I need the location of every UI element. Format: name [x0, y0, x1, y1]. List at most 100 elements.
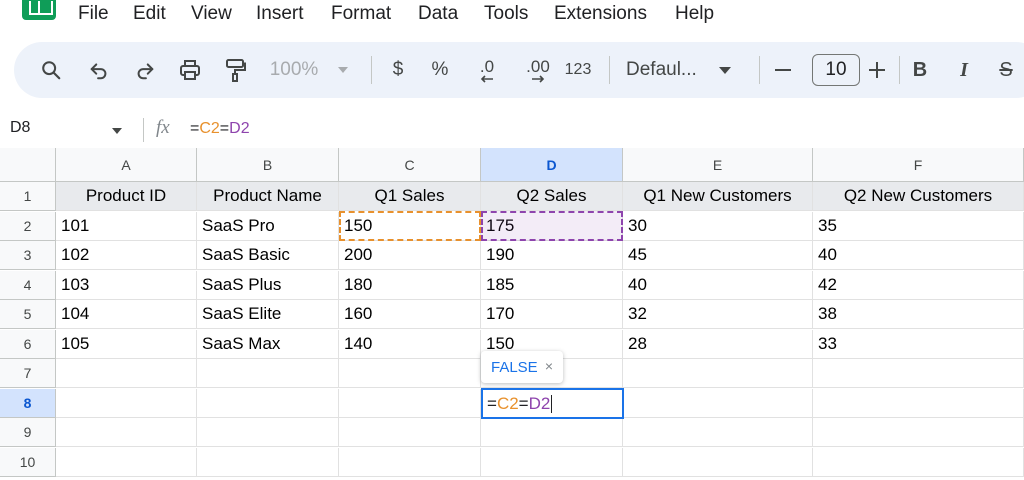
- table-cell[interactable]: 33: [813, 329, 1024, 359]
- increase-font-size-button[interactable]: [866, 42, 888, 98]
- table-cell[interactable]: SaaS Plus: [197, 270, 339, 300]
- table-cell[interactable]: [56, 418, 197, 447]
- italic-button[interactable]: I: [952, 42, 976, 98]
- table-cell[interactable]: 200: [339, 241, 481, 270]
- table-cell[interactable]: 160: [339, 300, 481, 329]
- table-cell[interactable]: 45: [623, 241, 813, 270]
- table-cell[interactable]: [813, 447, 1024, 477]
- menu-view[interactable]: View: [191, 3, 232, 25]
- row-header-3[interactable]: 3: [0, 241, 56, 270]
- zoom-select[interactable]: 100%: [266, 42, 352, 98]
- row-header-6[interactable]: 6: [0, 329, 56, 359]
- table-header-cell[interactable]: Q2 Sales: [481, 182, 623, 211]
- table-cell[interactable]: 180: [339, 270, 481, 300]
- chevron-down-icon[interactable]: [112, 128, 122, 134]
- percent-button[interactable]: %: [428, 42, 452, 98]
- select-all-corner[interactable]: [0, 148, 56, 182]
- search-icon[interactable]: [36, 42, 66, 98]
- table-cell[interactable]: [197, 359, 339, 388]
- bold-button[interactable]: B: [908, 42, 932, 98]
- undo-icon[interactable]: [84, 42, 114, 98]
- table-cell[interactable]: [56, 359, 197, 388]
- close-icon[interactable]: ×: [545, 358, 553, 374]
- print-icon[interactable]: [174, 42, 206, 98]
- table-cell[interactable]: 40: [623, 270, 813, 300]
- table-cell[interactable]: [56, 388, 197, 418]
- increase-decimal-button[interactable]: .00: [518, 42, 558, 98]
- column-header-d[interactable]: D: [481, 148, 623, 182]
- table-cell[interactable]: [197, 388, 339, 418]
- name-box[interactable]: D8: [10, 119, 30, 137]
- table-cell[interactable]: 190: [481, 241, 623, 270]
- column-header-b[interactable]: B: [197, 148, 339, 182]
- table-cell[interactable]: [197, 447, 339, 477]
- table-cell[interactable]: [339, 447, 481, 477]
- number-format-button[interactable]: 123: [562, 42, 594, 98]
- active-cell-editor[interactable]: = C2 = D2: [481, 388, 624, 419]
- table-header-cell[interactable]: Product ID: [56, 182, 197, 211]
- menu-edit[interactable]: Edit: [133, 3, 166, 25]
- table-cell[interactable]: 32: [623, 300, 813, 329]
- row-header-9[interactable]: 9: [0, 418, 56, 447]
- menu-extensions[interactable]: Extensions: [554, 3, 647, 25]
- table-cell[interactable]: [813, 388, 1024, 418]
- table-cell[interactable]: 42: [813, 270, 1024, 300]
- font-size-input[interactable]: 10: [812, 54, 860, 86]
- table-cell[interactable]: 105: [56, 329, 197, 359]
- table-cell[interactable]: [813, 359, 1024, 388]
- table-header-cell[interactable]: Q2 New Customers: [813, 182, 1024, 211]
- table-cell[interactable]: [339, 359, 481, 388]
- decrease-decimal-button[interactable]: .0: [470, 42, 504, 98]
- row-header-8[interactable]: 8: [0, 388, 56, 418]
- column-header-a[interactable]: A: [56, 148, 197, 182]
- currency-button[interactable]: $: [386, 42, 410, 98]
- table-cell[interactable]: 101: [56, 211, 197, 241]
- decrease-font-size-button[interactable]: [772, 42, 794, 98]
- table-cell[interactable]: [56, 447, 197, 477]
- table-cell[interactable]: [623, 447, 813, 477]
- table-cell[interactable]: [481, 418, 623, 447]
- column-header-e[interactable]: E: [623, 148, 813, 182]
- table-header-cell[interactable]: Product Name: [197, 182, 339, 211]
- table-cell[interactable]: SaaS Basic: [197, 241, 339, 270]
- row-header-10[interactable]: 10: [0, 447, 56, 477]
- table-cell[interactable]: 38: [813, 300, 1024, 329]
- font-family-select[interactable]: Defaul...: [626, 42, 752, 98]
- column-header-c[interactable]: C: [339, 148, 481, 182]
- table-cell[interactable]: 30: [623, 211, 813, 241]
- menu-data[interactable]: Data: [418, 3, 458, 25]
- paint-format-icon[interactable]: [220, 42, 250, 98]
- table-cell[interactable]: 104: [56, 300, 197, 329]
- table-cell[interactable]: 28: [623, 329, 813, 359]
- table-cell[interactable]: [339, 418, 481, 447]
- table-cell[interactable]: [197, 418, 339, 447]
- row-header-1[interactable]: 1: [0, 182, 56, 211]
- table-cell[interactable]: [623, 388, 813, 418]
- table-cell[interactable]: SaaS Pro: [197, 211, 339, 241]
- table-cell[interactable]: 40: [813, 241, 1024, 270]
- table-cell[interactable]: 35: [813, 211, 1024, 241]
- row-header-2[interactable]: 2: [0, 211, 56, 241]
- table-cell[interactable]: [623, 359, 813, 388]
- table-cell[interactable]: 102: [56, 241, 197, 270]
- redo-icon[interactable]: [130, 42, 160, 98]
- table-header-cell[interactable]: Q1 Sales: [339, 182, 481, 211]
- table-cell[interactable]: 170: [481, 300, 623, 329]
- menu-insert[interactable]: Insert: [256, 3, 304, 25]
- row-header-5[interactable]: 5: [0, 300, 56, 329]
- row-header-4[interactable]: 4: [0, 270, 56, 300]
- strikethrough-button[interactable]: S: [994, 42, 1018, 98]
- table-cell[interactable]: [813, 418, 1024, 447]
- menu-format[interactable]: Format: [331, 3, 391, 25]
- table-cell[interactable]: 185: [481, 270, 623, 300]
- table-cell[interactable]: SaaS Elite: [197, 300, 339, 329]
- table-cell[interactable]: [623, 418, 813, 447]
- table-cell[interactable]: SaaS Max: [197, 329, 339, 359]
- menu-help[interactable]: Help: [675, 3, 714, 25]
- table-cell[interactable]: [339, 388, 481, 418]
- column-header-f[interactable]: F: [813, 148, 1024, 182]
- table-cell[interactable]: 103: [56, 270, 197, 300]
- row-header-7[interactable]: 7: [0, 359, 56, 388]
- table-header-cell[interactable]: Q1 New Customers: [623, 182, 813, 211]
- menu-file[interactable]: File: [78, 3, 109, 25]
